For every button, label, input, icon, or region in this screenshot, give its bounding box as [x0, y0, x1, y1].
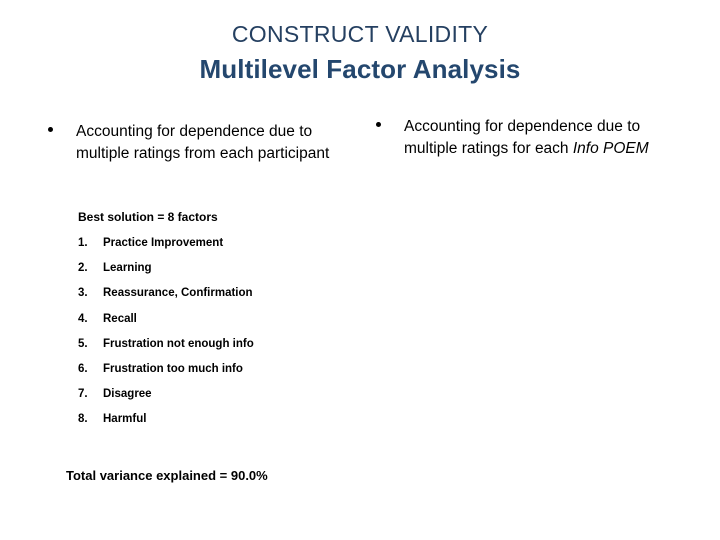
list-item-number: 5.: [78, 337, 88, 350]
list-item-number: 6.: [78, 362, 88, 375]
list-item-number: 2.: [78, 262, 88, 275]
total-variance-left: Total variance explained = 90.0%: [66, 468, 268, 483]
page-subtitle: Multilevel Factor Analysis: [199, 54, 521, 84]
bullet-item-left: Accounting for dependence due to multipl…: [48, 121, 368, 165]
plain-text: Accounting for dependence due to multipl…: [76, 123, 330, 162]
bullet-item-right: Accounting for dependence due to multipl…: [376, 116, 696, 160]
emphasis-text: Info POEM: [572, 140, 649, 157]
list-item-number: 7.: [78, 388, 88, 401]
best-solution-label-left: Best solution = 8 factors: [78, 210, 218, 224]
list-item-label: Reassurance, Confirmation: [103, 287, 253, 300]
bullet-text-right: Accounting for dependence due to multipl…: [404, 116, 696, 160]
page-title: CONSTRUCT VALIDITY: [231, 21, 489, 47]
list-item-number: 1.: [78, 237, 88, 249]
list-item-label: Frustration too much info: [103, 362, 243, 375]
bullet-text-left: Accounting for dependence due to multipl…: [76, 121, 368, 165]
list-item-number: 3.: [78, 287, 88, 300]
list-item-label: Recall: [103, 312, 137, 325]
title-block: CONSTRUCT VALIDITY Multilevel Factor Ana…: [0, 20, 720, 85]
bullet-dot-icon: [376, 122, 381, 127]
list-item-label: Disagree: [103, 388, 152, 401]
list-item-label: Practice Improvement: [103, 237, 224, 249]
list-item-label: Harmful: [103, 413, 147, 426]
list-item-number: 4.: [78, 312, 88, 325]
bullet-dot-icon: [48, 127, 53, 132]
slide-canvas: CONSTRUCT VALIDITY Multilevel Factor Ana…: [0, 0, 720, 540]
list-item-label: Frustration not enough info: [103, 337, 254, 350]
list-item-number: 8.: [78, 413, 88, 426]
list-item-label: Learning: [103, 262, 152, 275]
